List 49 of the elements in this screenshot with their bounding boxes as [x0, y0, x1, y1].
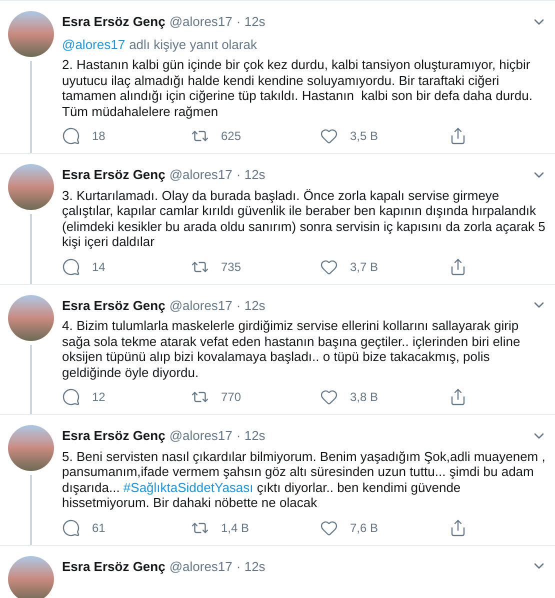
share-icon[interactable] [449, 388, 467, 406]
retweet-count: 625 [221, 128, 242, 145]
avatar-photo[interactable] [8, 11, 54, 57]
reply-count: 61 [92, 520, 106, 536]
share-icon[interactable] [449, 258, 467, 276]
share-icon[interactable] [449, 127, 467, 145]
heart-icon[interactable] [320, 388, 338, 406]
avatar-photo[interactable] [8, 294, 54, 340]
author-handle: @alores17 [169, 166, 232, 184]
retweet-count: 770 [221, 389, 242, 406]
share-icon[interactable] [449, 518, 467, 536]
author-name[interactable]: Esra Ersöz Genç [62, 165, 166, 184]
author-handle: @alores17 [169, 427, 232, 445]
tweet-time: · 12s [236, 427, 266, 445]
author-handle: @alores17 [169, 558, 232, 576]
tweet-text: 5. Beni servisten nasıl çıkardılar bilmiyorum. Benim yaşadığım Şok,adli muayenem , pansumanım,ifade vermem şahsın göz altı süresinden uzun tuttu... şimdi bu adam dışarıda... #SağlıktaSiddetYasası çıktı diyorlar.. ben kendimi güvende hissetmiyorum. Bir dahaki nöbette ne olacak [62, 448, 546, 510]
author-name[interactable]: Esra Ersöz Genç [62, 426, 166, 446]
tweet-text: 2. Hastanın kalbi gün içinde bir çok kez durdu, kalbi tansiyon oluşturamıyor, hiçbir uyutucu ilaç almadığı halde kendi kendine soluyamıyordu. Bir taraftaki ciğeri tamamen alındığı için ciğerine tüp takıldı. Hastanın kalbi son bir defa daha durdu. Tüm müdahalelere rağmen [62, 57, 534, 119]
reply-count: 12 [92, 389, 106, 406]
tweet-text: 3. Kurtarılamadı. Olay da burada başladı. Önce zorla kapalı servise girmeye çalıştılar, kapılar camlar kırıldı güvenlik ile beraber ben kapının dışında hırpalandık (elimdeki kesikler bu arada oldu sanırım) sonra servisin iç kapısını da zorla açarak 5 kişi içeri daldılar [62, 188, 546, 250]
reply-icon[interactable] [62, 258, 80, 276]
author-name[interactable]: Esra Ersöz Genç [62, 556, 166, 576]
author-name[interactable]: Esra Ersöz Genç [62, 296, 166, 315]
retweet-count: 735 [221, 258, 242, 276]
reply-count: 14 [92, 258, 106, 276]
tweet-time: · 12s [236, 558, 266, 576]
avatar-photo[interactable] [8, 425, 54, 471]
tweet-text: 4. Bizim tulumlarla maskelerle girdiğimiz servise ellerini kollarını sallayarak girip sağa sola tekme atarak vefat eden hastanın başına geçtiler.. içlerinden biri eline oksijen tüpünü alıp bizi kovalamaya başladı.. o tüpü bize takacakmış, polis geldiğinde öyle diyordu. [62, 318, 522, 380]
author-handle: @alores17 [169, 296, 232, 314]
author-name[interactable]: Esra Ersöz Genç [62, 12, 166, 32]
reply-icon[interactable] [62, 518, 80, 536]
reply-icon[interactable] [62, 127, 80, 145]
retweet-count: 1,4 B [221, 520, 250, 536]
tweet-time: · 12s [236, 166, 266, 184]
heart-icon[interactable] [320, 127, 338, 145]
like-count: 7,6 B [350, 520, 378, 536]
like-count: 3,5 B [350, 128, 378, 145]
author-handle: @alores17 [169, 13, 232, 31]
avatar-photo[interactable] [8, 164, 54, 210]
reply-to-text: adlı kişiye yanıt olarak [129, 36, 257, 54]
tweet-time: · 12s [236, 13, 266, 31]
avatar-photo[interactable] [8, 556, 54, 598]
tweet-time: · 12s [236, 296, 266, 314]
heart-icon[interactable] [320, 258, 338, 276]
reply-count: 18 [92, 128, 106, 145]
heart-icon[interactable] [320, 518, 338, 536]
like-count: 3,7 B [350, 258, 378, 276]
reply-icon[interactable] [62, 388, 80, 406]
like-count: 3,8 B [350, 389, 378, 406]
